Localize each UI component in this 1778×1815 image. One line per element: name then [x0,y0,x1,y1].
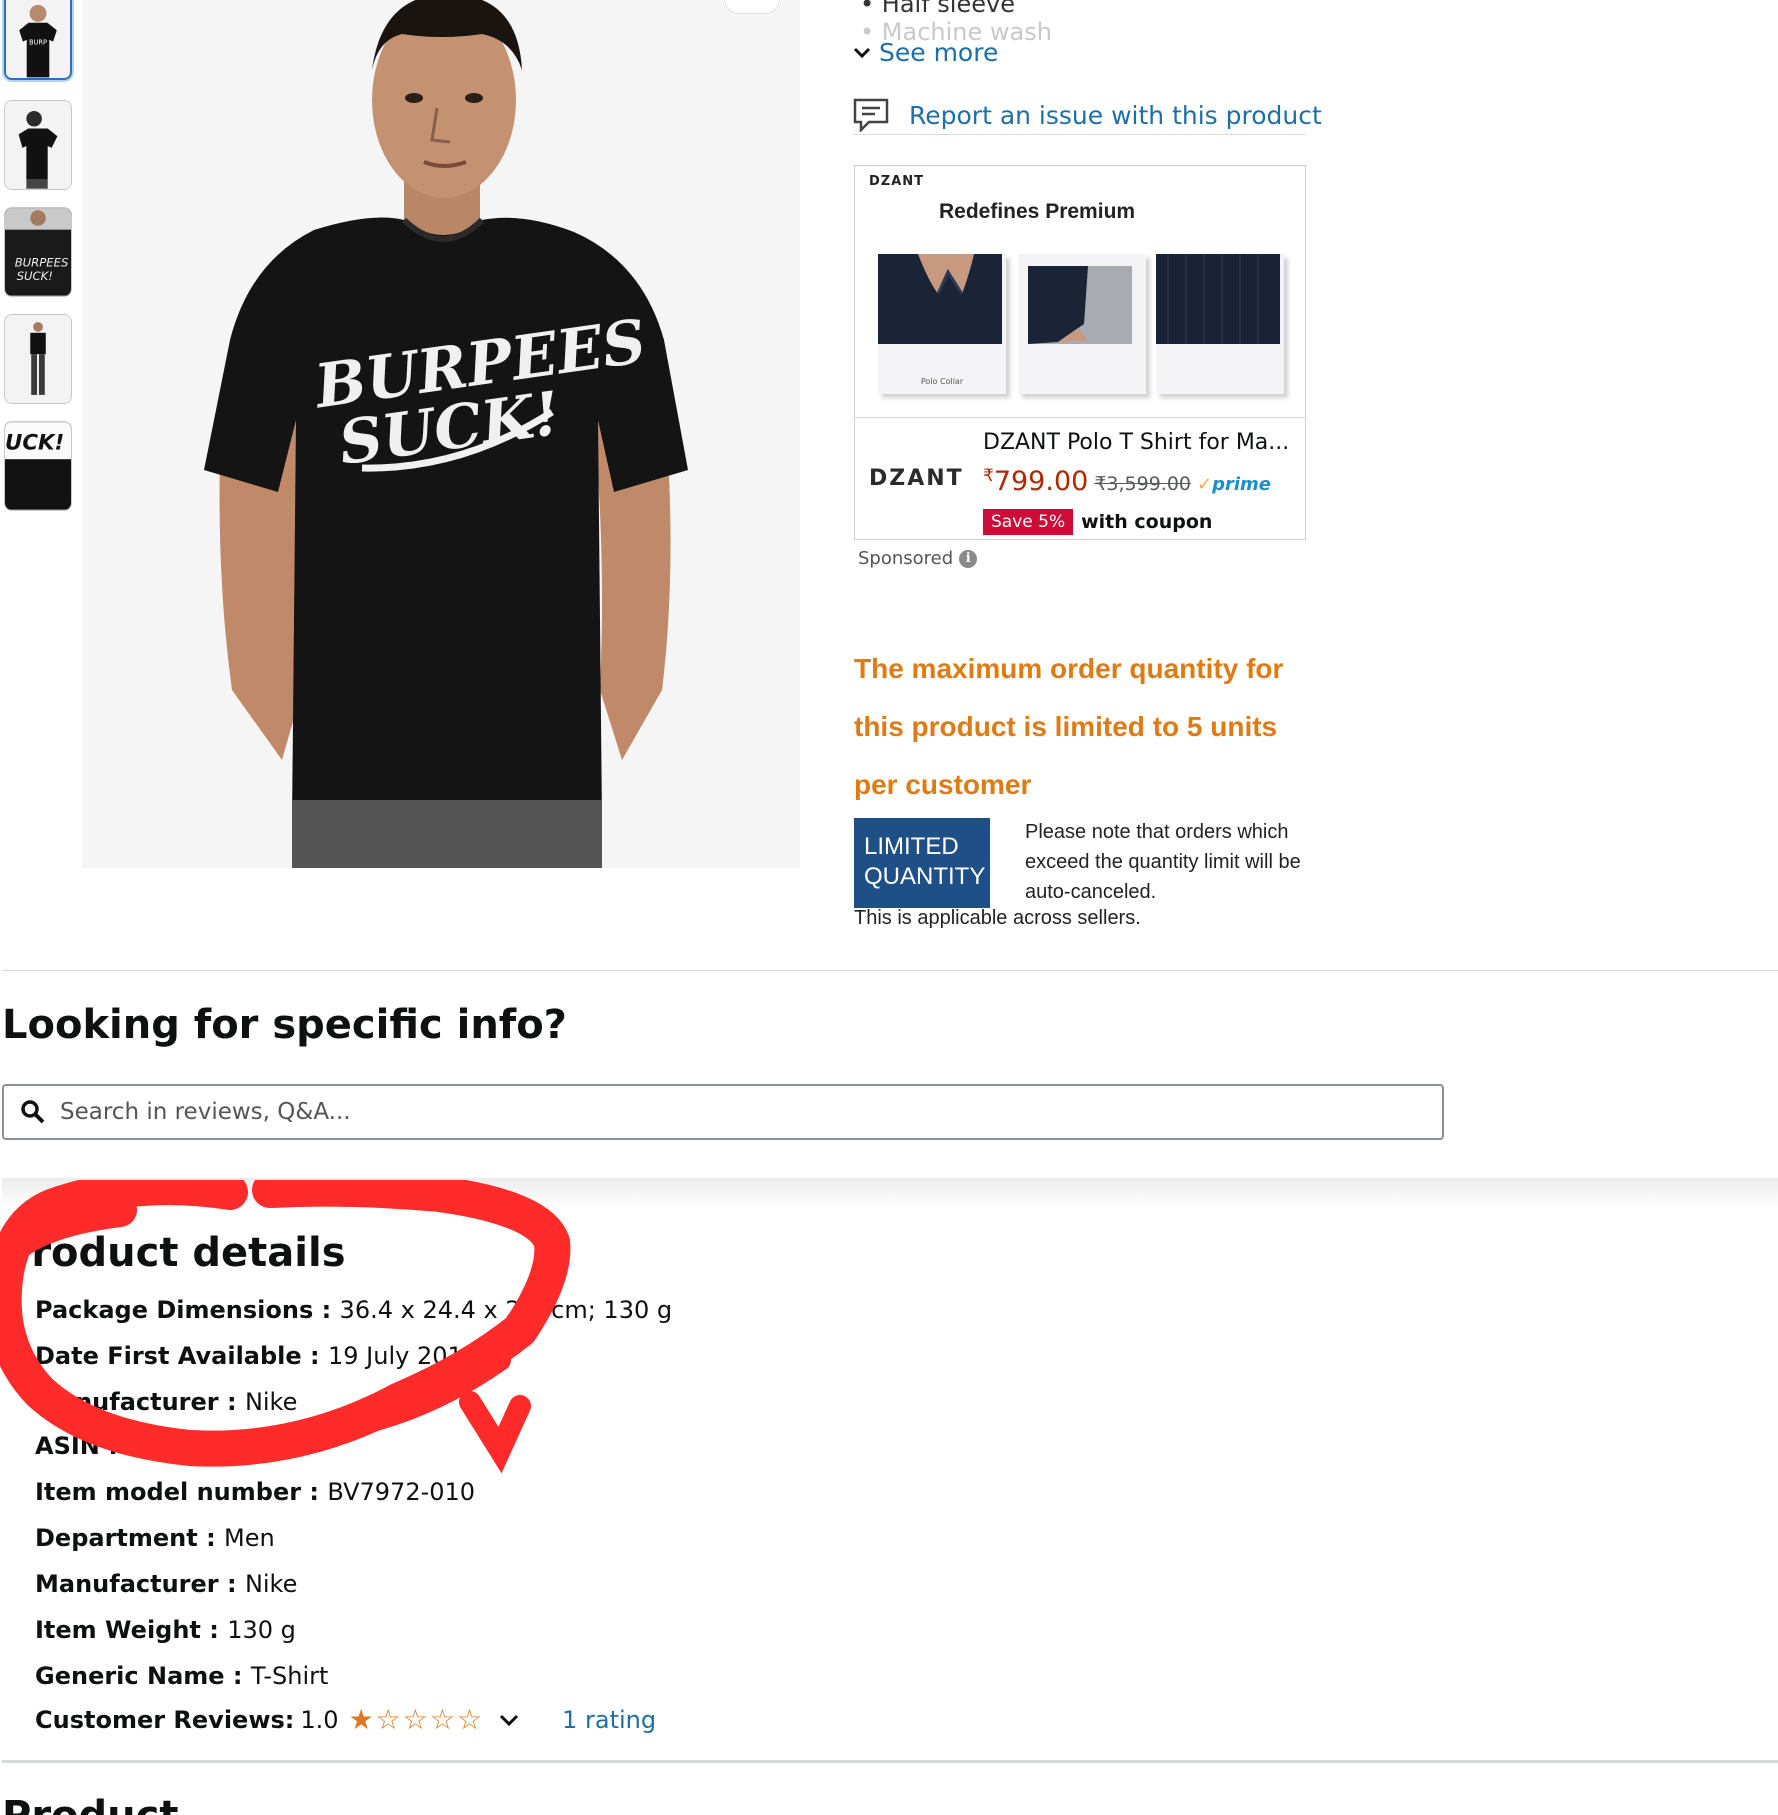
detail-manufacturer: Manufacturer : Nike [35,1388,298,1416]
bullet-text: Half sleeve [881,0,1015,18]
review-search-input[interactable] [60,1099,1360,1125]
price-current: ₹799.00 [983,466,1088,497]
product-details-title: Product details [2,1230,346,1276]
comment-icon [853,98,889,132]
section-divider [2,970,1778,971]
search-icon [21,1100,45,1124]
rating-count-link[interactable]: 1 rating [562,1706,656,1734]
star-empty-icon: ☆ [429,1703,455,1736]
detail-value: T-Shirt [250,1662,329,1690]
svg-text:BURP: BURP [29,38,47,46]
dzant-logo-small: DZANT [869,174,925,189]
detail-value: Men [224,1524,275,1552]
divider [853,134,1305,135]
zoom-button[interactable] [724,0,780,14]
detail-key: Date First Available [35,1342,302,1370]
svg-text:UCK!: UCK! [5,431,64,456]
prime-label: prime [1212,474,1272,495]
detail-value: BV7972-010 [327,1478,476,1506]
currency-symbol: ₹ [983,466,994,486]
badge-line-1: LIMITED [864,833,959,860]
detail-key: Department [35,1524,198,1552]
sponsored-ad[interactable]: DZANT Redefines Premium Polo Collar DZAN… [854,165,1306,540]
detail-item-weight: Item Weight : 130 g [35,1616,296,1644]
detail-item-model-number: Item model number : BV7972-010 [35,1478,476,1506]
report-issue-link[interactable]: Report an issue with this product [853,98,1322,132]
ad-tile-fabric[interactable] [1156,254,1284,394]
detail-value: Nike [244,1388,298,1416]
see-more-link[interactable]: See more [853,38,998,67]
detail-generic-name: Generic Name : T-Shirt [35,1662,329,1690]
see-more-label: See more [879,38,999,67]
star-empty-icon: ☆ [402,1703,428,1736]
ad-tile-sleeve[interactable] [1018,254,1146,394]
reviews-score: 1.0 [300,1706,339,1734]
save-badge: Save 5% [983,509,1074,535]
review-search-box[interactable] [2,1084,1444,1140]
detail-date-first-available: Date First Available : 19 July 2019 [35,1342,479,1370]
section-divider [2,1760,1778,1763]
thumbnail-2[interactable] [4,100,72,190]
product-description-heading: Product description [2,1792,402,1815]
ad-product-title[interactable]: DZANT Polo T Shirt for Ma... [983,430,1289,455]
detail-key: ASIN [35,1432,100,1460]
svg-text:BURPEES: BURPEES [15,256,69,270]
thumbnail-4[interactable] [4,314,72,404]
info-icon[interactable]: i [959,549,978,568]
sponsored-text: Sponsored [858,548,954,569]
detail-key: Manufacturer [35,1388,219,1416]
quantity-limit-warning: The maximum order quantity for this prod… [854,653,1284,800]
section-shadow [2,1178,1778,1208]
ad-tile-polo-collar[interactable]: Polo Collar [878,254,1006,394]
detail-key: Generic Name [35,1662,225,1690]
ad-price: ₹799.00 ₹3,599.00 ✓prime [983,466,1271,497]
detail-asin: ASIN : [35,1432,118,1460]
report-issue-label: Report an issue with this product [909,100,1322,130]
badge-line-2: QUANTITY [864,863,986,890]
detail-department: Department : Men [35,1524,275,1552]
detail-key: Package Dimensions [35,1296,314,1324]
detail-value: 36.4 x 24.4 x 2.8 cm; 130 g [339,1296,673,1324]
ad-banner[interactable]: DZANT Redefines Premium Polo Collar [855,166,1305,418]
detail-manufacturer-2: Manufacturer : Nike [35,1570,298,1598]
svg-text:SUCK!: SUCK! [17,269,53,283]
limited-quantity-badge: LIMITED QUANTITY [854,818,990,908]
limit-note: Please note that orders which exceed the… [1025,821,1301,903]
coupon: Save 5% with coupon [983,509,1212,535]
sponsored-label[interactable]: Sponsored i [858,548,978,569]
thumbnail-3[interactable]: BURPEES SUCK! [4,207,72,297]
detail-key: Item Weight [35,1616,201,1644]
star-filled-icon: ★ [348,1703,374,1736]
thumbnail-1[interactable]: BURP [4,0,72,80]
looking-title: Looking for specific info? [2,1002,567,1048]
detail-key: Item model number [35,1478,302,1506]
prime-badge: ✓prime [1197,474,1271,495]
customer-reviews-row: Customer Reviews: 1.0 ★ ☆ ☆ ☆ ☆ 1 rating [35,1706,656,1735]
star-empty-icon: ☆ [375,1703,401,1736]
price-value: 799.00 [993,466,1089,497]
thumbnail-5[interactable]: UCK! [4,421,72,511]
tile-caption: Polo Collar [920,377,964,386]
reviews-label: Customer Reviews: [35,1706,295,1734]
product-description-title: Product description [2,1792,402,1815]
main-product-image[interactable]: BURPEES SUCK! [82,0,800,868]
star-empty-icon: ☆ [457,1703,483,1736]
price-old: ₹3,599.00 [1094,473,1192,495]
detail-value: Nike [244,1570,298,1598]
limit-note-sellers: This is applicable across sellers. [854,907,1141,929]
detail-package-dimensions: Package Dimensions : 36.4 x 24.4 x 2.8 c… [35,1296,673,1324]
detail-value: 130 g [227,1616,296,1644]
coupon-text: with coupon [1081,511,1213,533]
dzant-logo: DZANT [869,466,964,491]
chevron-down-icon [853,47,871,58]
chevron-down-icon[interactable] [498,1709,520,1731]
bullet-half-sleeve: • Half sleeve [860,0,1015,18]
star-rating[interactable]: ★ ☆ ☆ ☆ ☆ [349,1706,483,1734]
detail-key: Manufacturer [35,1570,219,1598]
ad-tagline: Redefines Premium [939,200,1136,223]
check-icon: ✓ [1197,474,1213,495]
detail-value: 19 July 2019 [328,1342,479,1370]
